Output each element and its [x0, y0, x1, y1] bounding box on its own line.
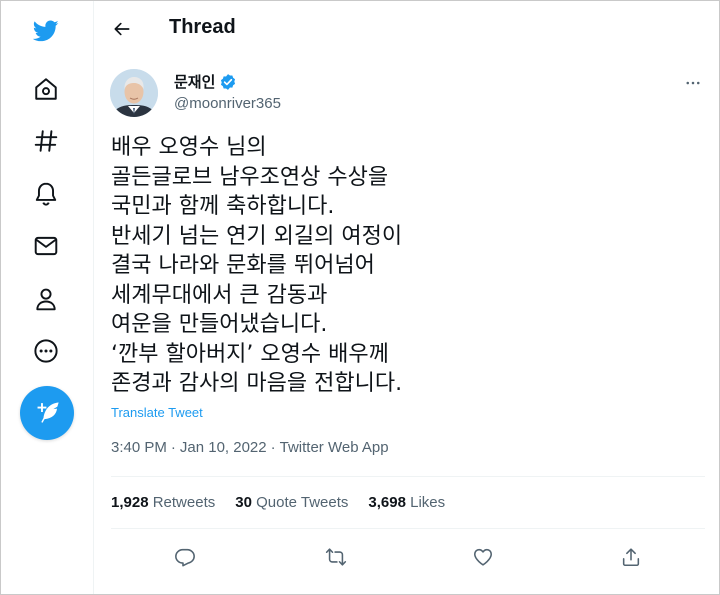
tweet-timestamp-row: 3:40 PM · Jan 10, 2022 · Twitter Web App — [111, 439, 389, 456]
tweet-source[interactable]: Twitter Web App — [280, 439, 389, 456]
more-circle-icon[interactable] — [23, 328, 69, 374]
meta-separator: · — [270, 439, 276, 456]
app-window: Thread 문재인 @moonriver365 배우 오영수 님의 골든글로브… — [0, 0, 720, 595]
compose-tweet-button[interactable] — [20, 386, 74, 440]
sidebar — [1, 1, 94, 594]
quote-tweets-count: 30 — [235, 494, 252, 511]
retweets-stat[interactable]: 1,928 Retweets — [111, 494, 215, 511]
likes-stat[interactable]: 3,698 Likes — [368, 494, 445, 511]
retweet-icon — [325, 548, 347, 566]
tweet-line: 골든글로브 남우조연상 수상을 — [111, 164, 389, 190]
avatar[interactable] — [110, 69, 158, 117]
likes-count: 3,698 — [368, 494, 406, 511]
tweet-actions — [111, 539, 701, 575]
thread-header: Thread — [94, 1, 719, 57]
tweet-line: 세계무대에서 큰 감동과 — [111, 282, 328, 308]
tweet-date[interactable]: Jan 10, 2022 — [180, 439, 267, 456]
author-handle[interactable]: @moonriver365 — [174, 95, 281, 112]
quote-tweets-stat[interactable]: 30 Quote Tweets — [235, 494, 348, 511]
tweet-line: 결국 나라와 문화를 뛰어넘어 — [111, 253, 375, 278]
translate-tweet-link[interactable]: Translate Tweet — [111, 405, 203, 420]
verified-badge-icon — [219, 73, 237, 91]
divider — [111, 528, 705, 529]
author-name[interactable]: 문재인 — [174, 71, 215, 92]
compose-feather-icon — [33, 399, 61, 427]
tweet-line: 존경과 감사의 마음을 전합니다. — [111, 371, 403, 396]
hashtag-icon[interactable] — [23, 118, 69, 164]
share-button[interactable] — [613, 539, 649, 575]
likes-label: Likes — [410, 494, 446, 511]
quote-tweets-label: Quote Tweets — [256, 494, 349, 511]
retweet-button[interactable] — [318, 539, 354, 575]
tweet-line: ‘깐부 할아버지’ 오영수 배우께 — [111, 341, 389, 367]
meta-separator: · — [170, 439, 176, 456]
tweet-line: 배우 오영수 님의 — [111, 135, 267, 160]
back-arrow-icon — [114, 22, 130, 36]
tweet-line: 여운을 만들어냈습니다. — [111, 312, 328, 337]
mail-icon[interactable] — [23, 223, 69, 269]
tweet-line: 국민과 함께 축하합니다. — [111, 194, 335, 219]
more-dots-icon — [686, 81, 700, 85]
more-options-button[interactable] — [681, 71, 705, 95]
like-button[interactable] — [465, 539, 501, 575]
bell-icon[interactable] — [23, 171, 69, 217]
tweet-stats: 1,928 Retweets 30 Quote Tweets 3,698 Lik… — [111, 494, 445, 511]
page-title: Thread — [169, 16, 236, 38]
author-name-row: 문재인 — [174, 71, 237, 92]
retweets-count: 1,928 — [111, 494, 149, 511]
like-icon — [473, 548, 493, 566]
profile-icon[interactable] — [23, 276, 69, 322]
back-button[interactable] — [106, 13, 138, 45]
home-icon[interactable] — [23, 66, 69, 112]
divider — [111, 476, 705, 477]
main-column: Thread 문재인 @moonriver365 배우 오영수 님의 골든글로브… — [94, 1, 719, 594]
tweet-text: 배우 오영수 님의 골든글로브 남우조연상 수상을 국민과 함께 축하합니다. … — [111, 133, 651, 399]
tweet-time[interactable]: 3:40 PM — [111, 439, 167, 456]
retweets-label: Retweets — [152, 494, 216, 511]
twitter-bird-icon[interactable] — [23, 8, 69, 54]
share-icon — [622, 548, 640, 567]
reply-button[interactable] — [167, 539, 203, 575]
reply-icon — [175, 548, 195, 567]
tweet-line: 반세기 넘는 연기 외길의 여정이 — [111, 223, 403, 249]
